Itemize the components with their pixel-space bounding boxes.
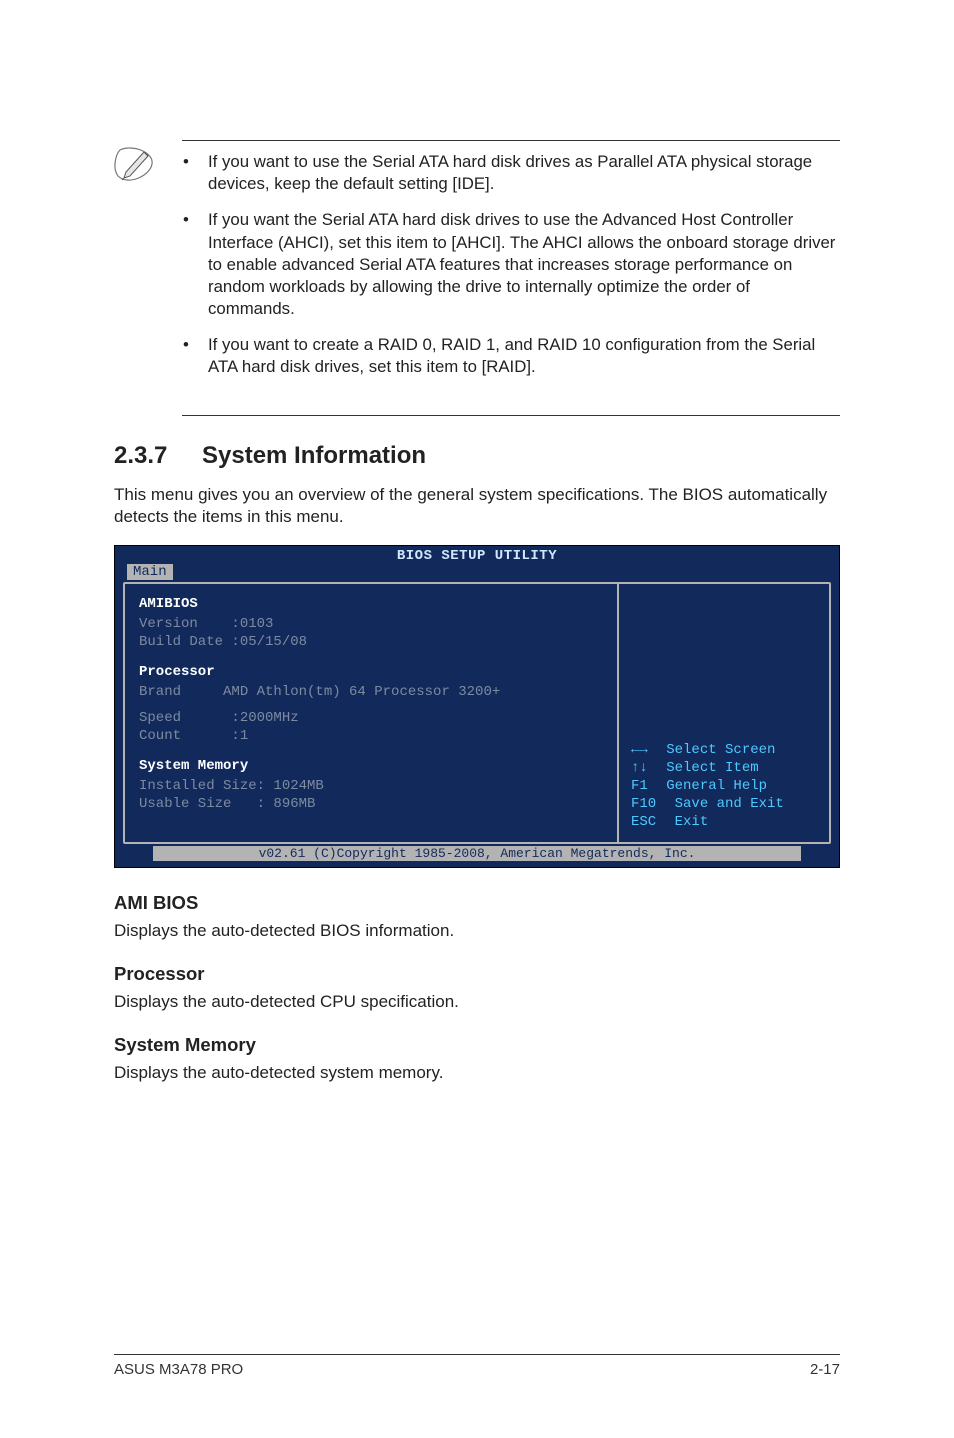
bios-row-count: Count :1 xyxy=(139,728,603,746)
bullet-dot-icon: • xyxy=(182,151,190,195)
bios-help-key: ↑↓ xyxy=(631,760,648,778)
bios-help-row: F1 General Help xyxy=(631,778,817,796)
bios-row-version: Version :0103 xyxy=(139,616,603,634)
bios-title: BIOS SETUP UTILITY xyxy=(115,546,839,564)
subsection-processor: Processor Displays the auto-detected CPU… xyxy=(114,963,840,1014)
sub-heading: System Memory xyxy=(114,1034,840,1056)
bios-help-pane: ←→ Select Screen ↑↓ Select Item F1 Gener… xyxy=(619,584,829,841)
bios-row-installed: Installed Size: 1024MB xyxy=(139,778,603,796)
bios-help-row: ↑↓ Select Item xyxy=(631,760,817,778)
note-bullet-text: If you want the Serial ATA hard disk dri… xyxy=(208,209,840,320)
bios-heading-sysmem: System Memory xyxy=(139,758,603,774)
spacer xyxy=(139,746,603,754)
bios-copyright: v02.61 (C)Copyright 1985-2008, American … xyxy=(153,846,801,861)
sub-body: Displays the auto-detected BIOS informat… xyxy=(114,920,840,943)
sub-heading: Processor xyxy=(114,963,840,985)
sub-body: Displays the auto-detected CPU specifica… xyxy=(114,991,840,1014)
bullet-dot-icon: • xyxy=(182,209,190,320)
subsection-sysmem: System Memory Displays the auto-detected… xyxy=(114,1034,840,1085)
note-bullet-text: If you want to create a RAID 0, RAID 1, … xyxy=(208,334,840,378)
bios-screenshot: BIOS SETUP UTILITY Main AMIBIOS Version … xyxy=(114,545,840,867)
bios-row-usable: Usable Size : 896MB xyxy=(139,796,603,814)
note-icon-wrap xyxy=(114,140,162,191)
bios-row-brand: Brand AMD Athlon(tm) 64 Processor 3200+ xyxy=(139,684,603,702)
bios-tab-row: Main xyxy=(115,564,839,582)
bios-help-label: General Help xyxy=(658,778,767,796)
note-content: • If you want to use the Serial ATA hard… xyxy=(182,140,840,397)
bios-help-label: Select Screen xyxy=(658,742,776,760)
section-intro: This menu gives you an overview of the g… xyxy=(114,484,840,530)
section-title: System Information xyxy=(202,442,426,469)
bios-help-key: F1 xyxy=(631,778,648,796)
bios-heading-amibios: AMIBIOS xyxy=(139,596,603,612)
bios-left-pane: AMIBIOS Version :0103 Build Date :05/15/… xyxy=(125,584,619,841)
note-bullet-item: • If you want to create a RAID 0, RAID 1… xyxy=(182,334,840,378)
bios-row-speed: Speed :2000MHz xyxy=(139,710,603,728)
bios-help-label: Save and Exit xyxy=(666,796,784,814)
pencil-note-icon xyxy=(114,146,158,186)
bios-help-row: ←→ Select Screen xyxy=(631,742,817,760)
note-bullet-item: • If you want the Serial ATA hard disk d… xyxy=(182,209,840,320)
bios-help-row: ESC Exit xyxy=(631,814,817,832)
spacer xyxy=(139,702,603,710)
bios-body: AMIBIOS Version :0103 Build Date :05/15/… xyxy=(123,582,831,843)
note-divider xyxy=(182,415,840,416)
note-bullet-item: • If you want to use the Serial ATA hard… xyxy=(182,151,840,195)
note-bullet-list: • If you want to use the Serial ATA hard… xyxy=(182,151,840,379)
spacer xyxy=(139,652,603,660)
bios-help-key: F10 xyxy=(631,796,656,814)
note-callout: • If you want to use the Serial ATA hard… xyxy=(114,140,840,397)
section-heading: 2.3.7System Information xyxy=(114,442,840,470)
bullet-dot-icon: • xyxy=(182,334,190,378)
sub-body: Displays the auto-detected system memory… xyxy=(114,1062,840,1085)
bios-help-label: Exit xyxy=(666,814,708,832)
bios-help-label: Select Item xyxy=(658,760,759,778)
footer-page-number: 2-17 xyxy=(810,1361,840,1378)
bios-help-key: ←→ xyxy=(631,742,648,760)
footer-left: ASUS M3A78 PRO xyxy=(114,1361,243,1378)
section-number: 2.3.7 xyxy=(114,442,202,470)
subsection-amibios: AMI BIOS Displays the auto-detected BIOS… xyxy=(114,892,840,943)
sub-heading: AMI BIOS xyxy=(114,892,840,914)
page-footer: ASUS M3A78 PRO 2-17 xyxy=(114,1354,840,1378)
bios-help-key: ESC xyxy=(631,814,656,832)
bios-help-row: F10 Save and Exit xyxy=(631,796,817,814)
bios-heading-processor: Processor xyxy=(139,664,603,680)
bios-tab-main: Main xyxy=(127,564,173,580)
bios-row-builddate: Build Date :05/15/08 xyxy=(139,634,603,652)
note-bullet-text: If you want to use the Serial ATA hard d… xyxy=(208,151,840,195)
